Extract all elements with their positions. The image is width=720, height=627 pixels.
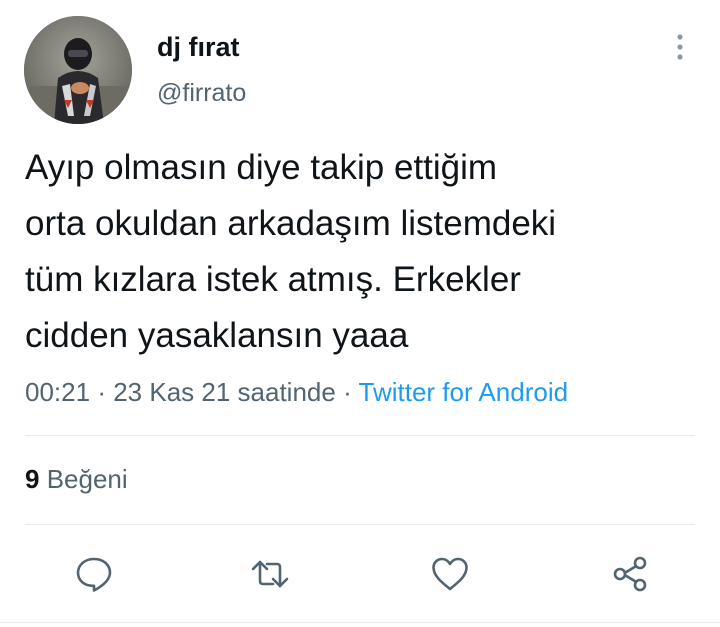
avatar[interactable] (24, 16, 132, 124)
tweet-source-link[interactable]: Twitter for Android (359, 377, 569, 407)
retweet-button[interactable] (248, 552, 292, 596)
tweet-time[interactable]: 00:21 (25, 377, 90, 407)
vertical-dots-icon (677, 34, 683, 60)
like-button[interactable] (428, 552, 472, 596)
share-button[interactable] (608, 552, 652, 596)
likes-label: Beğeni (46, 464, 128, 494)
reply-button[interactable] (72, 552, 116, 596)
heart-icon (432, 557, 468, 591)
action-bar (0, 548, 720, 598)
meta-separator: · (343, 377, 352, 407)
divider (0, 622, 720, 623)
share-icon (613, 556, 647, 592)
more-options-button[interactable] (664, 30, 696, 64)
username-handle[interactable]: @firrato (157, 78, 246, 108)
tweet-text: Ayıp olmasın diye takip ettiğim orta oku… (25, 148, 557, 355)
likes-count: 9 (25, 464, 40, 494)
divider (25, 524, 695, 525)
likes-stat[interactable]: 9 Beğeni (25, 462, 128, 496)
divider (25, 435, 695, 436)
avatar-photo (24, 16, 132, 124)
tweet-date[interactable]: 23 Kas 21 saatinde (113, 377, 336, 407)
meta-separator: · (97, 377, 106, 407)
tweet-meta: 00:21 · 23 Kas 21 saatinde · Twitter for… (25, 375, 568, 409)
retweet-icon (251, 560, 289, 588)
display-name[interactable]: dj fırat (157, 30, 240, 64)
reply-icon (76, 557, 112, 592)
